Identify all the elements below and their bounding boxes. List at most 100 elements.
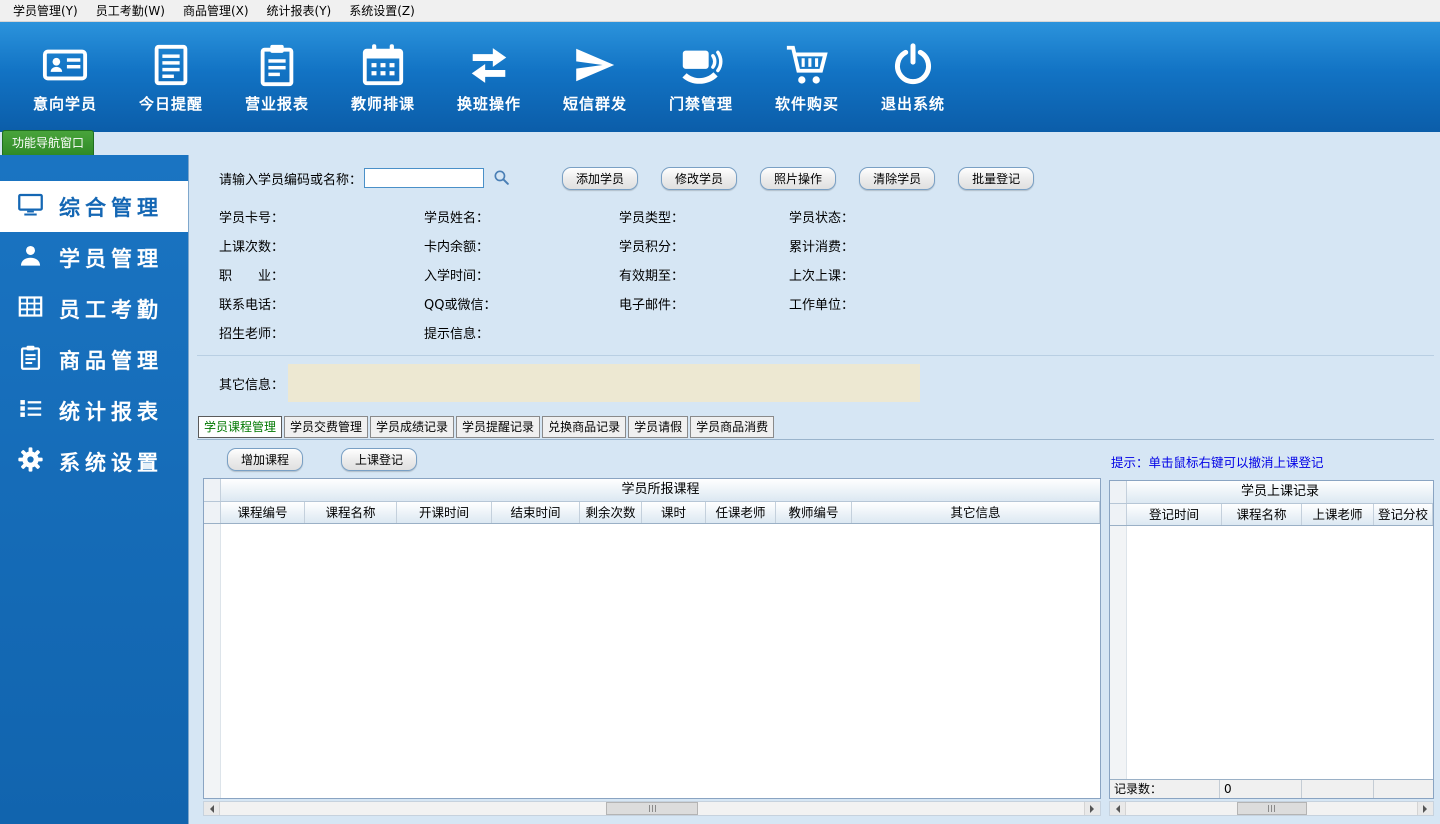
tab-grade-records[interactable]: 学员成绩记录 [370,416,455,438]
toolbar-button-class-swap[interactable]: 换班操作 [436,41,542,114]
toolbar-label: 退出系统 [880,94,945,113]
info-label-card-no: 学员卡号： [219,211,285,226]
sidebar-item-settings[interactable]: 系统设置 [0,436,188,487]
records-table: 学员上课记录 登记时间 课程名称 上课老师 登记分校 记录数： 0 [1109,480,1434,799]
menu-system-settings[interactable]: 系统设置(Z) [340,0,424,22]
add-student-button[interactable]: 添加学员 [562,166,639,190]
toolbar-label: 营业报表 [244,94,309,113]
toolbar-button-today-reminder[interactable]: 今日提醒 [118,41,224,114]
right-arrow-icon [1090,804,1098,813]
tab-page: 增加课程 上课登记 学员所报课程 课程编号 课程名称 开课时间 结束时间 剩余次… [197,439,1434,816]
tab-product-consumption[interactable]: 学员商品消费 [690,416,775,438]
class-register-button[interactable]: 上课登记 [341,448,418,471]
column-start-time[interactable]: 开课时间 [397,502,492,523]
sidebar-item-label: 商品管理 [59,348,163,373]
column-other-info[interactable]: 其它信息 [852,502,1100,523]
record-count-value: 0 [1220,780,1302,798]
footer-cell [1374,780,1433,798]
other-info-box[interactable] [288,364,921,402]
swap-arrows-icon [466,41,512,89]
search-icon[interactable] [492,168,512,188]
info-label-recruiter: 招生老师： [219,327,285,342]
column-course-name[interactable]: 课程名称 [1222,504,1302,525]
menu-staff-attendance[interactable]: 员工考勤(W) [87,0,174,22]
records-horizontal-scrollbar[interactable] [1109,801,1434,816]
sidebar-item-products[interactable]: 商品管理 [0,334,188,385]
batch-register-button[interactable]: 批量登记 [958,166,1035,190]
column-branch[interactable]: 登记分校 [1374,504,1433,525]
tab-payment-management[interactable]: 学员交费管理 [284,416,369,438]
course-buttons-row: 增加课程 上课登记 [227,448,1101,471]
toolbar-label: 换班操作 [456,94,521,113]
courses-table-title-row: 学员所报课程 [204,479,1100,502]
row-selector-column [1110,526,1127,779]
column-course-name[interactable]: 课程名称 [305,502,397,523]
scroll-left-button[interactable] [204,802,220,815]
column-end-time[interactable]: 结束时间 [492,502,580,523]
sidebar-item-overview[interactable]: 综合管理 [0,181,188,232]
toolbar-button-exit-system[interactable]: 退出系统 [860,41,966,114]
row-selector-column [204,502,221,523]
scroll-thumb[interactable] [606,802,698,815]
scroll-right-button[interactable] [1084,802,1100,815]
toolbar-button-access-control[interactable]: 门禁管理 [648,41,754,114]
tab-leave[interactable]: 学员请假 [628,416,689,438]
column-course-id[interactable]: 课程编号 [221,502,305,523]
column-remaining-count[interactable]: 剩余次数 [580,502,642,523]
menu-statistics-report[interactable]: 统计报表(Y) [258,0,341,22]
scroll-track[interactable] [220,802,1084,815]
scroll-track[interactable] [1126,802,1417,815]
edit-student-button[interactable]: 修改学员 [661,166,738,190]
column-class-teacher[interactable]: 上课老师 [1302,504,1374,525]
divider-line [197,355,1434,356]
scroll-thumb[interactable] [1236,802,1307,815]
courses-table-title: 学员所报课程 [621,482,700,497]
info-label-tip: 提示信息： [424,327,490,342]
scroll-right-button[interactable] [1417,802,1433,815]
courses-table-header: 课程编号 课程名称 开课时间 结束时间 剩余次数 课时 任课老师 教师编号 其它… [204,502,1100,524]
clear-student-button[interactable]: 清除学员 [859,166,936,190]
search-row: 请输入学员编码或名称： 添加学员 修改学员 照片操作 清除学员 批量登记 [219,165,1434,191]
photo-operation-button[interactable]: 照片操作 [760,166,837,190]
tab-redeem-records[interactable]: 兑换商品记录 [542,416,627,438]
search-input[interactable] [364,168,485,188]
sidebar-item-attendance[interactable]: 员工考勤 [0,283,188,334]
calendar-icon [360,41,406,89]
tab-course-management[interactable]: 学员课程管理 [198,416,283,438]
monitor-icon [17,191,44,223]
left-arrow-icon [1112,804,1120,813]
add-course-button[interactable]: 增加课程 [227,448,304,471]
menu-student-management[interactable]: 学员管理(Y) [4,0,87,22]
toolbar-button-software-purchase[interactable]: 软件购买 [754,41,860,114]
tab-reminder-records[interactable]: 学员提醒记录 [456,416,541,438]
column-teacher-id[interactable]: 教师编号 [776,502,852,523]
toolbar-label: 意向学员 [32,94,97,113]
toolbar-button-teacher-schedule[interactable]: 教师排课 [330,41,436,114]
row-selector-column [204,524,221,798]
scroll-left-button[interactable] [1110,802,1126,815]
column-teacher[interactable]: 任课老师 [706,502,776,523]
toolbar-button-business-report[interactable]: 营业报表 [224,41,330,114]
column-register-time[interactable]: 登记时间 [1127,504,1222,525]
sidebar-item-reports[interactable]: 统计报表 [0,385,188,436]
toolbar-button-intended-students[interactable]: 意向学员 [12,41,118,114]
sidebar-item-students[interactable]: 学员管理 [0,232,188,283]
main-area: 综合管理 学员管理 员工考勤 商品管理 统计报表 系统设置 请输入学员编码或名称… [0,155,1440,824]
function-nav-tab[interactable]: 功能导航窗口 [2,130,95,155]
info-label-email: 电子邮件： [619,298,685,313]
right-click-hint: 提示：单击鼠标右键可以撤消上课登记 [1111,455,1324,470]
toolbar-button-sms-broadcast[interactable]: 短信群发 [542,41,648,114]
right-arrow-icon [1423,804,1431,813]
records-panel: 提示：单击鼠标右键可以撤消上课登记 学员上课记录 登记时间 课程名称 上课老师 … [1109,445,1434,816]
column-class-hours[interactable]: 课时 [642,502,706,523]
sidebar-item-label: 学员管理 [59,246,163,271]
toolbar-label: 短信群发 [562,94,627,113]
info-label-name: 学员姓名： [424,211,490,226]
courses-horizontal-scrollbar[interactable] [203,801,1101,816]
menu-product-management[interactable]: 商品管理(X) [174,0,258,22]
courses-panel: 增加课程 上课登记 学员所报课程 课程编号 课程名称 开课时间 结束时间 剩余次… [203,445,1101,816]
info-label-class-count: 上课次数： [219,240,285,255]
row-selector-column [1110,481,1127,503]
info-label-phone: 联系电话： [219,298,285,313]
id-card-icon [42,41,88,89]
